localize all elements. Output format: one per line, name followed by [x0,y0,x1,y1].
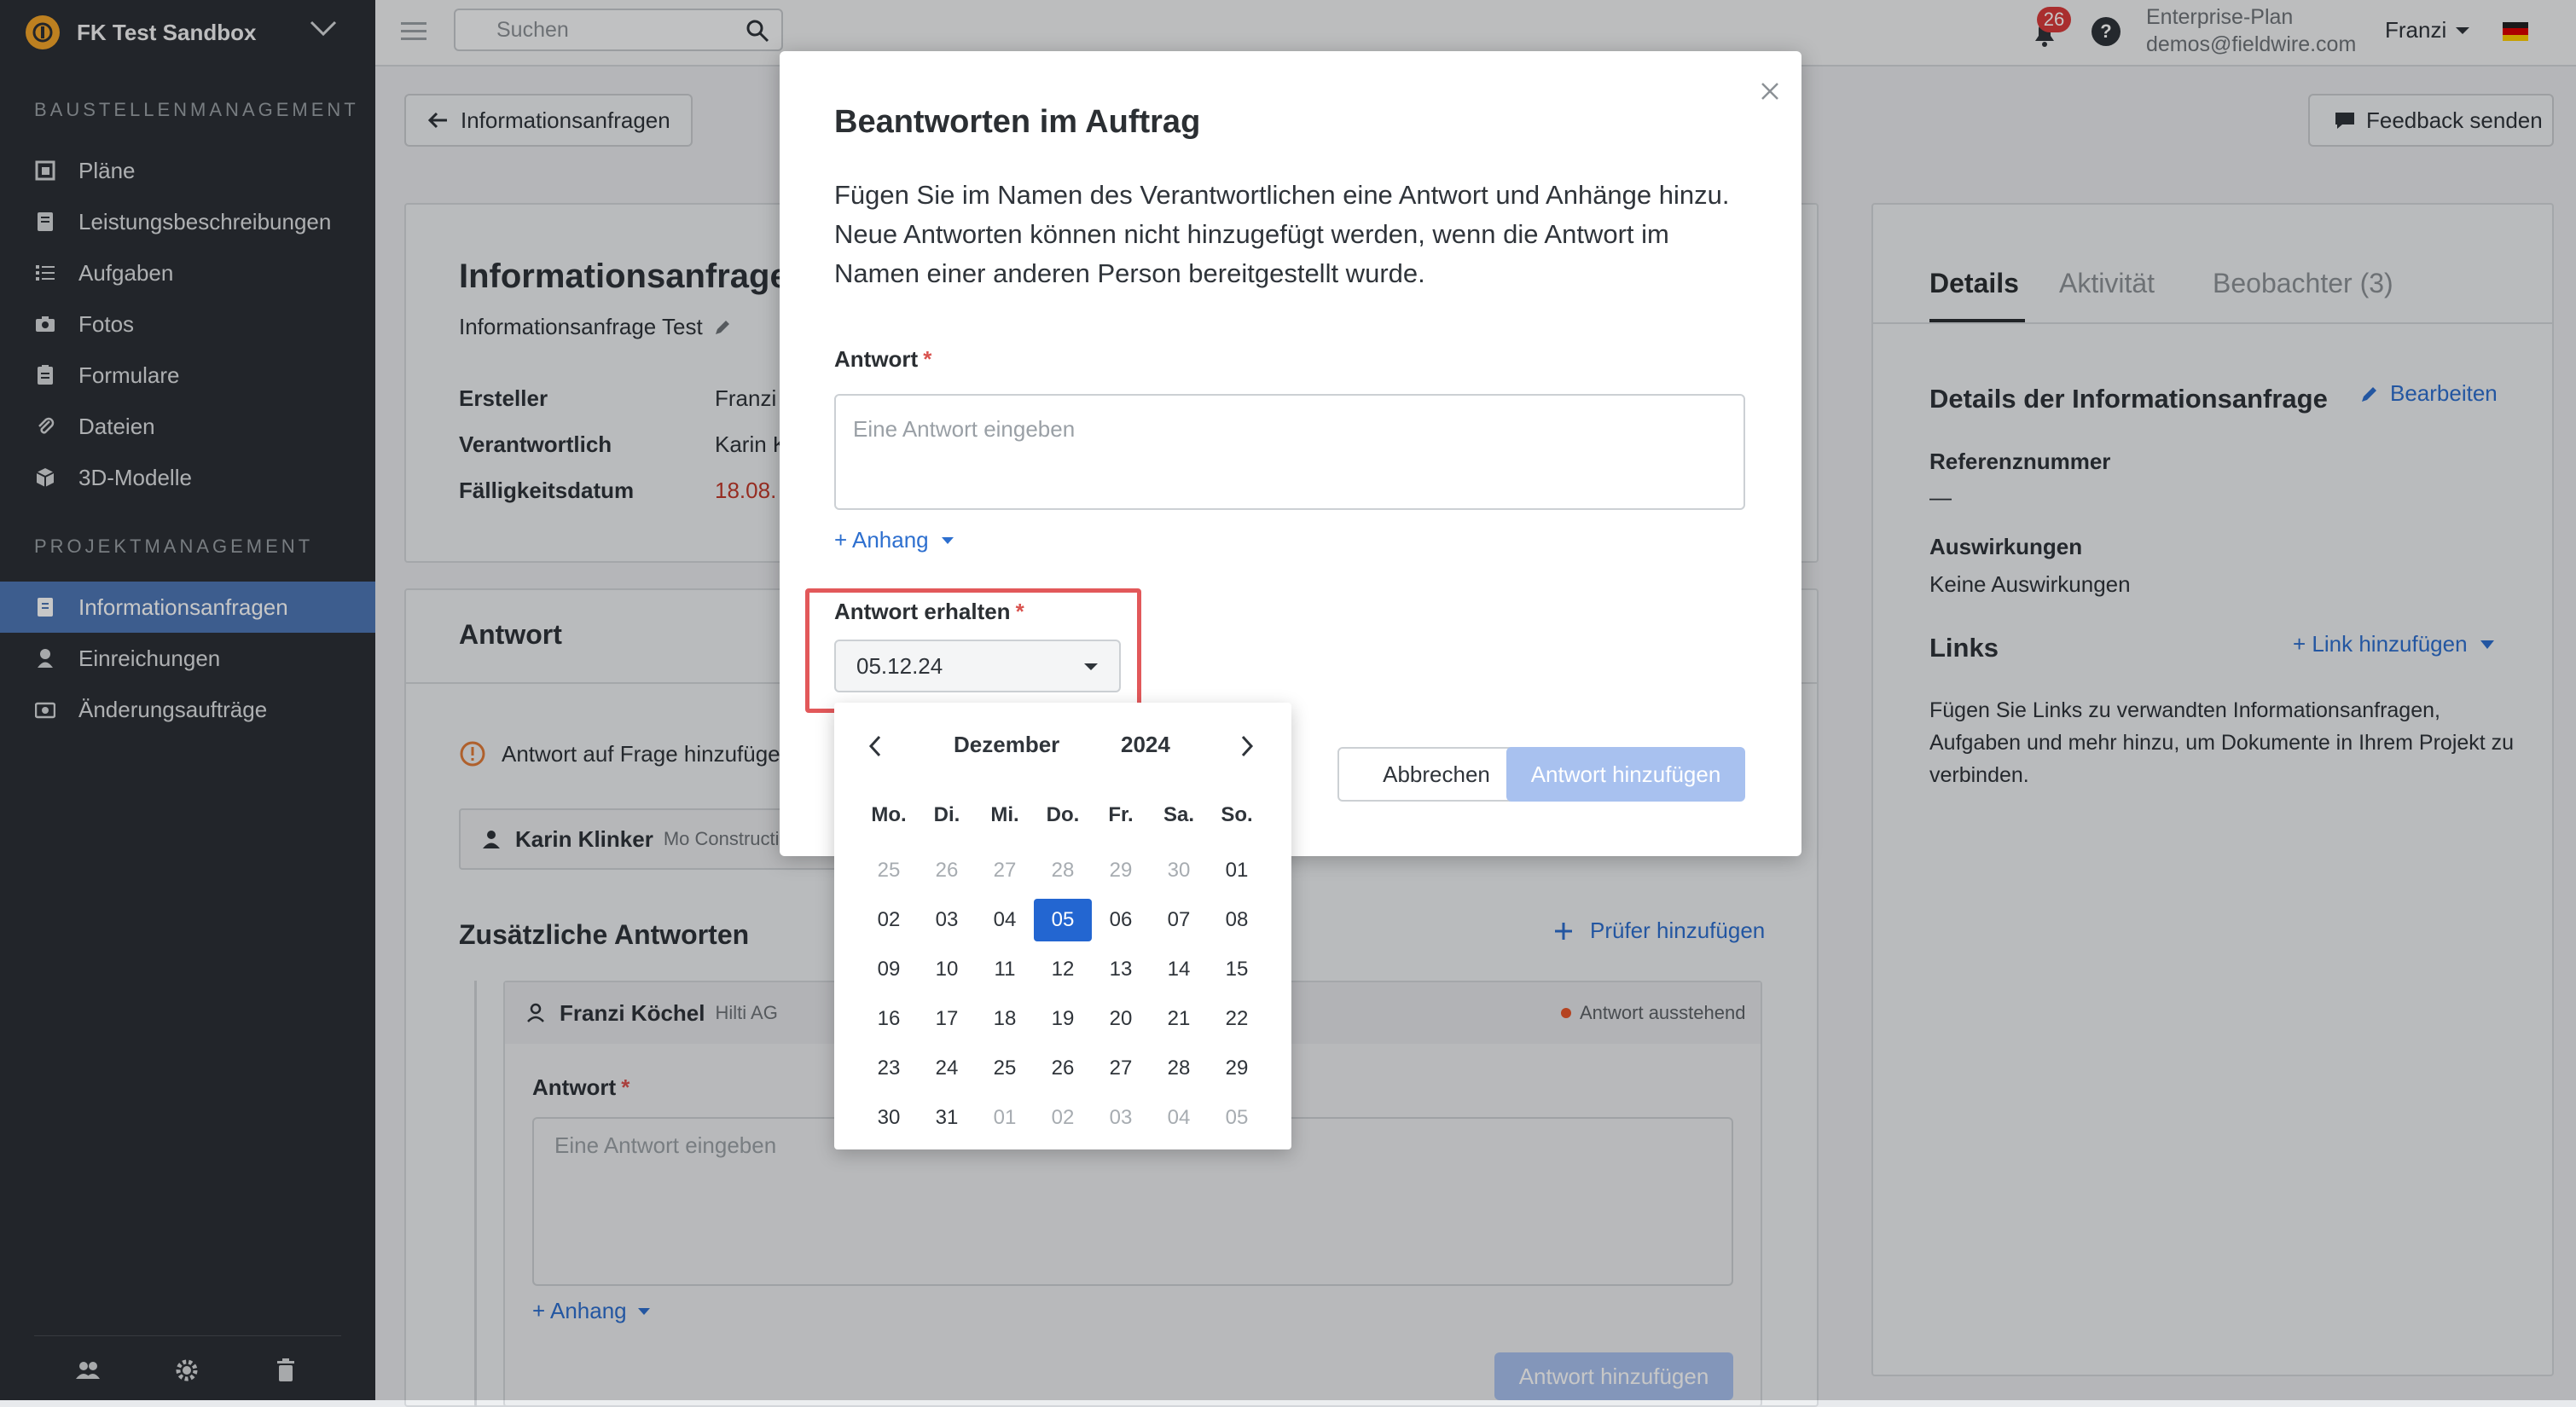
calendar-day[interactable]: 03 [918,899,976,941]
weekday-header: Di. [933,803,960,826]
submit-answer-button[interactable]: Antwort hinzufügen [1506,747,1745,802]
highlight-box [805,588,1141,713]
calendar-day[interactable]: 28 [1150,1047,1208,1090]
answer-label: Antwort * [834,346,932,372]
calendar-day[interactable]: 14 [1150,948,1208,991]
calendar-day[interactable]: 29 [1092,849,1150,892]
calendar-day[interactable]: 25 [976,1047,1034,1090]
weekday-header: Fr. [1108,803,1134,826]
weekday-header: Mo. [871,803,907,826]
calendar-day[interactable]: 06 [1092,899,1150,941]
calendar-day[interactable]: 02 [860,899,918,941]
calendar-day[interactable]: 27 [976,849,1034,892]
calendar-day[interactable]: 08 [1208,899,1266,941]
calendar-day[interactable]: 31 [918,1097,976,1139]
calendar-day[interactable]: 28 [1034,849,1092,892]
calendar-year[interactable]: 2024 [1121,732,1170,758]
answer-input[interactable]: Eine Antwort eingeben [834,394,1745,510]
calendar-day[interactable]: 07 [1150,899,1208,941]
calendar-day[interactable]: 12 [1034,948,1092,991]
calendar-day[interactable]: 04 [976,899,1034,941]
calendar-day[interactable]: 13 [1092,948,1150,991]
calendar-day[interactable]: 17 [918,998,976,1040]
calendar-day[interactable]: 26 [918,849,976,892]
calendar-day[interactable]: 20 [1092,998,1150,1040]
calendar-day[interactable]: 25 [860,849,918,892]
attach-link[interactable]: + Anhang [834,527,954,553]
chevron-left-icon[interactable] [868,735,882,757]
calendar-day[interactable]: 29 [1208,1047,1266,1090]
calendar-day[interactable]: 26 [1034,1047,1092,1090]
calendar-month[interactable]: Dezember [954,732,1059,758]
chevron-right-icon[interactable] [1240,735,1254,757]
modal-description: Fügen Sie im Namen des Verantwortlichen … [834,180,1730,288]
weekday-header: Do. [1046,803,1080,826]
weekday-header: Sa. [1163,803,1195,826]
calendar-day[interactable]: 23 [860,1047,918,1090]
calendar-day[interactable]: 04 [1150,1097,1208,1139]
calendar-day[interactable]: 18 [976,998,1034,1040]
calendar-day[interactable]: 05 [1208,1097,1266,1139]
calendar-day[interactable]: 10 [918,948,976,991]
calendar-day[interactable]: 30 [860,1097,918,1139]
calendar-day[interactable]: 11 [976,948,1034,991]
modal-title: Beantworten im Auftrag [834,104,1201,140]
calendar-day[interactable]: 09 [860,948,918,991]
calendar-day[interactable]: 03 [1092,1097,1150,1139]
calendar-day[interactable]: 15 [1208,948,1266,991]
calendar-popup: Dezember 2024 Mo. Di. Mi. Do. Fr. Sa. So. 25 26 2… [834,703,1291,1149]
calendar-day[interactable]: 24 [918,1047,976,1090]
calendar-day[interactable]: 19 [1034,998,1092,1040]
calendar-day[interactable]: 01 [976,1097,1034,1139]
calendar-day[interactable]: 01 [1208,849,1266,892]
calendar-day-selected[interactable]: 05 [1034,899,1092,941]
weekday-header: So. [1221,803,1253,826]
weekday-header: Mi. [990,803,1019,826]
calendar-day[interactable]: 21 [1150,998,1208,1040]
caret-down-icon [941,536,954,544]
calendar-day[interactable]: 30 [1150,849,1208,892]
calendar-day[interactable]: 16 [860,998,918,1040]
calendar-day[interactable]: 22 [1208,998,1266,1040]
calendar-day[interactable]: 27 [1092,1047,1150,1090]
calendar-day[interactable]: 02 [1034,1097,1092,1139]
close-icon[interactable] [1761,82,1779,101]
